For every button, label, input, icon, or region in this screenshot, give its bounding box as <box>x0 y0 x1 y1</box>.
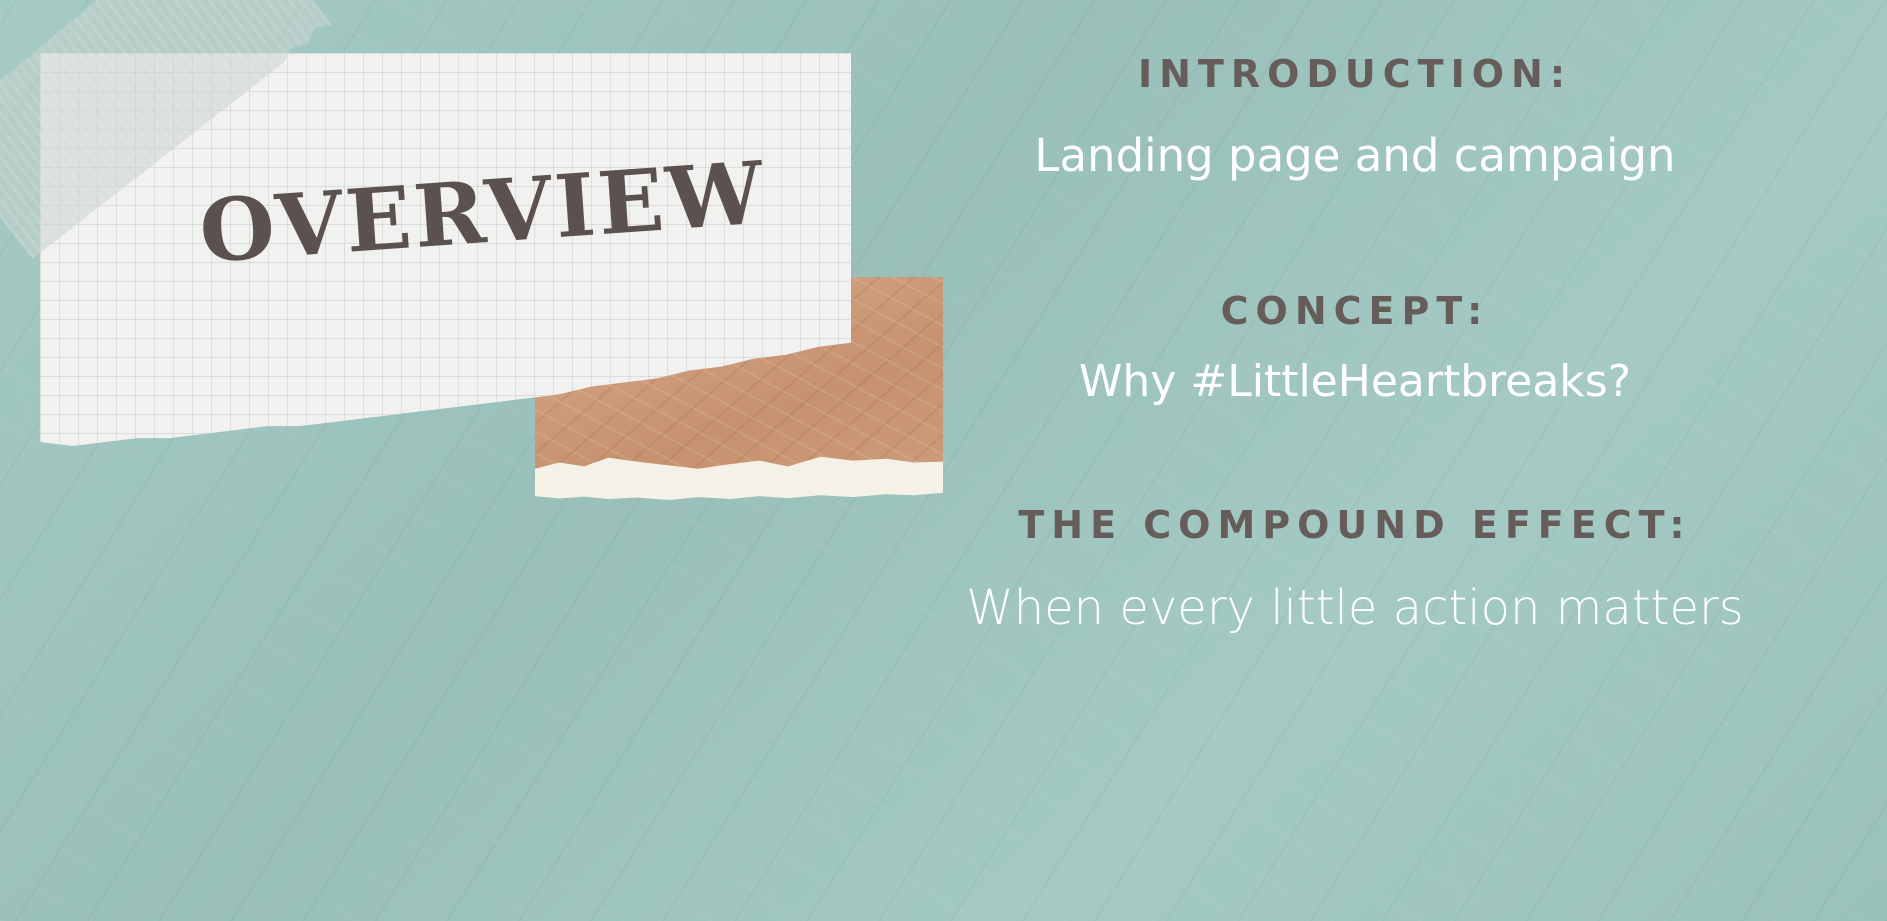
section-text: Landing page and campaign <box>1034 129 1676 182</box>
section-concept: CONCEPT: Why #LittleHeartbreaks? <box>960 292 1750 404</box>
section-text: Why #LittleHeartbreaks? <box>1078 356 1632 407</box>
section-heading: THE COMPOUND EFFECT: <box>1018 503 1692 547</box>
section-heading: CONCEPT: <box>1220 289 1490 333</box>
section-text: When every little action matters <box>966 580 1744 636</box>
section-heading: INTRODUCTION: <box>1137 52 1573 96</box>
overview-collage: OVERVIEW <box>0 0 960 520</box>
section-introduction: INTRODUCTION: Landing page and campaign <box>960 55 1750 178</box>
section-compound-effect: THE COMPOUND EFFECT: When every little a… <box>960 506 1750 632</box>
